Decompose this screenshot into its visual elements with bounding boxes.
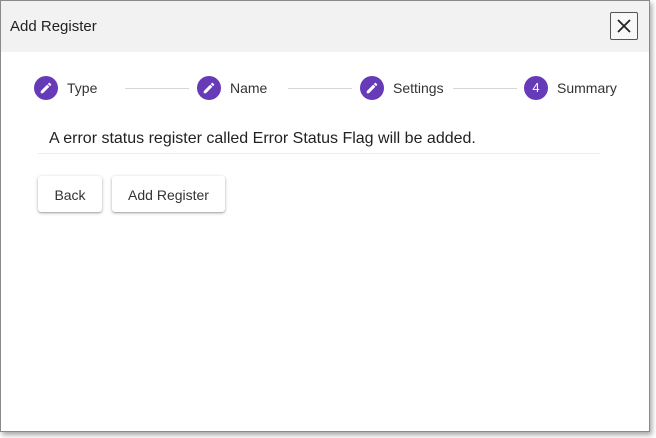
summary-message: A error status register called Error Sta…: [49, 130, 476, 147]
divider: [38, 153, 600, 154]
pencil-icon: [366, 82, 378, 94]
close-icon: [617, 19, 631, 33]
step-label-summary: Summary: [557, 80, 617, 96]
stepper: Type Name Settings 4 Summary: [1, 76, 649, 102]
step-type-edit-icon[interactable]: [34, 76, 58, 100]
dialog-title: Add Register: [10, 18, 97, 35]
pencil-icon: [40, 82, 52, 94]
add-register-button[interactable]: Add Register: [112, 176, 225, 212]
step-label-settings[interactable]: Settings: [393, 80, 444, 97]
step-settings-edit-icon[interactable]: [360, 76, 384, 100]
add-register-dialog: Add Register Type Name Settings 4 Summar…: [0, 0, 650, 432]
step-connector: [288, 88, 352, 89]
close-button[interactable]: [610, 12, 638, 40]
step-summary-number: 4: [524, 76, 548, 100]
step-connector: [453, 88, 517, 89]
dialog-titlebar: Add Register: [1, 1, 649, 52]
step-label-name[interactable]: Name: [230, 80, 267, 97]
step-label-type[interactable]: Type: [67, 80, 97, 97]
pencil-icon: [203, 82, 215, 94]
back-button[interactable]: Back: [38, 176, 102, 212]
step-name-edit-icon[interactable]: [197, 76, 221, 100]
step-connector: [125, 88, 189, 89]
